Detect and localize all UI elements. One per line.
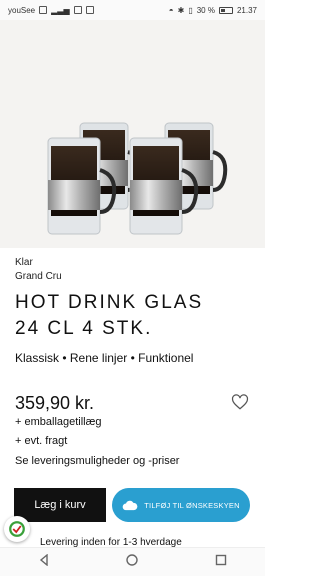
carrier-name: youSee: [8, 5, 36, 15]
eye-comfort-icon: ◓: [168, 5, 174, 15]
cloud-icon: [122, 500, 138, 510]
back-icon[interactable]: [38, 553, 50, 571]
signal-icon: ▂▃▅: [51, 5, 70, 15]
product-brand[interactable]: Klar: [15, 257, 33, 268]
product-features: Klassisk • Rene linjer • Funktionel: [15, 351, 194, 365]
product-image[interactable]: [0, 20, 265, 248]
home-icon[interactable]: [126, 553, 139, 571]
app-notification-icon: [85, 6, 94, 14]
battery-percent: 30 %: [196, 5, 215, 15]
clock: 21.37: [236, 5, 257, 15]
volte-icon: [39, 6, 48, 14]
glasses-illustration: [47, 122, 228, 235]
trust-badge-icon[interactable]: [4, 516, 30, 542]
heart-icon[interactable]: [231, 393, 249, 411]
recents-icon[interactable]: [215, 553, 227, 571]
bluetooth-icon: ✱: [177, 5, 185, 15]
product-title-line1: HOT DRINK GLAS: [15, 292, 204, 313]
add-to-wishlist-button[interactable]: TILFØJ TIL ØNSKESKYEN: [112, 488, 250, 522]
packaging-fee-note: + emballagetillæg: [15, 416, 102, 428]
delivery-options-link[interactable]: Se leveringsmuligheder og -priser: [15, 455, 179, 467]
system-navigation-bar: [0, 547, 265, 576]
shipping-note: + evt. fragt: [15, 435, 68, 447]
notification-icon: [73, 6, 82, 14]
add-to-wishlist-label: TILFØJ TIL ØNSKESKYEN: [144, 500, 240, 510]
status-bar: youSee ▂▃▅ ◓ ✱ ▯ 30 % 21.37: [0, 0, 265, 20]
product-collection[interactable]: Grand Cru: [15, 271, 62, 282]
product-title: HOT DRINK GLAS 24 CL 4 STK.: [15, 290, 255, 342]
battery-icon: [218, 6, 233, 14]
product-price: 359,90 kr.: [15, 393, 95, 413]
product-title-line2: 24 CL 4 STK.: [15, 318, 153, 339]
vibrate-icon: ▯: [188, 5, 193, 15]
add-to-cart-button[interactable]: Læg i kurv: [14, 488, 106, 522]
